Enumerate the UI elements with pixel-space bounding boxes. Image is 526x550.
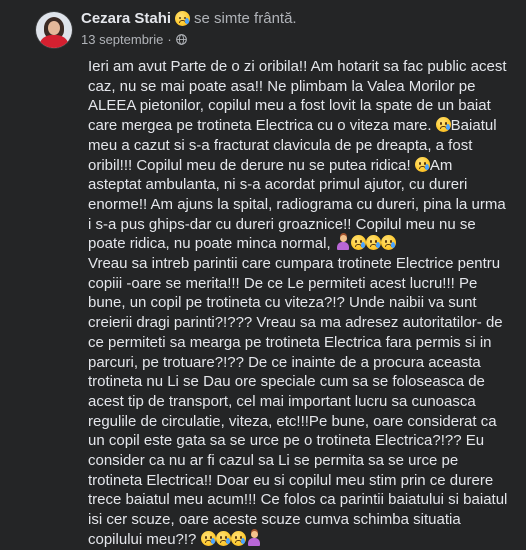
person-gesturing-icon [247,530,261,546]
post-date[interactable]: 13 septembrie [81,33,163,46]
facebook-post-card: Cezara Stahi se simte frântă. 13 septemb… [0,0,526,548]
post-meta: Cezara Stahi se simte frântă. 13 septemb… [81,8,297,46]
crying-face-icon [175,11,191,26]
author-line: Cezara Stahi se simte frântă. [81,11,297,26]
crying-face-icon [414,156,430,172]
crying-face-icon [230,530,246,546]
globe-icon[interactable] [175,34,187,45]
post-header: Cezara Stahi se simte frântă. 13 septemb… [36,8,297,54]
post-info-line: 13 septembrie · [81,33,297,46]
post-body: Ieri am avut Parte de o zi oribila!! Am … [88,57,508,550]
author-name[interactable]: Cezara Stahi [81,11,171,26]
crying-face-icon [215,530,231,546]
crying-face-icon [200,530,216,546]
crying-face-icon [380,235,396,251]
feeling-text: se simte frântă. [194,10,297,27]
crying-face-icon [350,235,366,251]
separator-dot: · [167,32,172,47]
person-gesturing-icon [336,235,350,251]
post-text-paragraph-4: Vreau sa intreb parintii care cumpara tr… [88,255,508,548]
author-avatar[interactable] [36,12,72,48]
crying-face-icon [435,117,451,133]
crying-face-icon [365,235,381,251]
